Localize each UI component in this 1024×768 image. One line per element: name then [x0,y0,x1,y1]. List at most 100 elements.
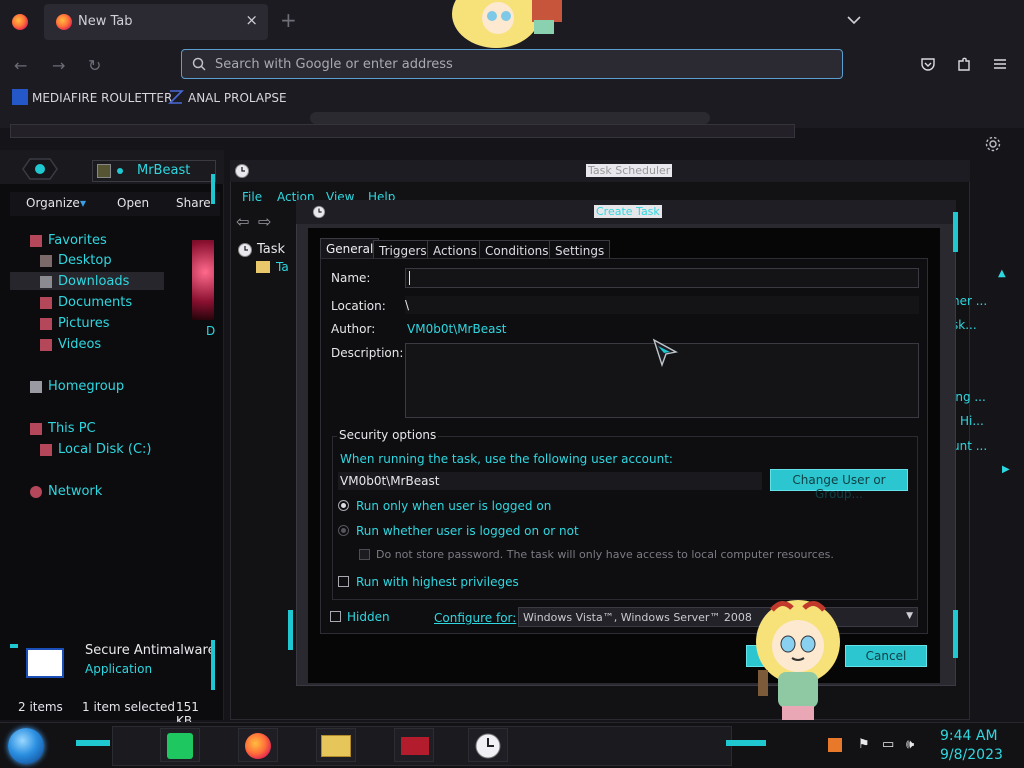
open-button[interactable]: Open [117,196,149,210]
desktop-icon [40,255,52,267]
tab-triggers[interactable]: Triggers [373,240,433,260]
action-item[interactable]: ing ... [952,390,986,404]
nav-favorites[interactable]: Favorites [48,233,107,248]
actions-pane: ner ... sk... ing ... Hi... unt ... ▲ ▶ [946,260,1020,490]
checkbox-hidden[interactable] [330,611,341,622]
dialog-titlebar: Create Task [296,200,956,224]
forward-arrow-icon[interactable]: ⇨ [258,212,271,231]
url-placeholder: Search with Google or enter address [215,57,453,72]
menu-file[interactable]: File [242,190,262,204]
extensions-icon[interactable] [955,55,973,73]
clock-time[interactable]: 9:44 AM [940,728,998,744]
local-disk-icon [40,444,52,456]
collapse-up-icon[interactable]: ▲ [998,268,1006,279]
action-item[interactable]: Hi... [960,414,984,428]
volume-icon[interactable]: 🕪 [906,737,914,752]
radio-whether-logged-on[interactable] [338,525,349,536]
tab-close-icon[interactable]: × [245,11,258,29]
back-forward-orb-icon[interactable] [22,158,58,180]
bookmark-item[interactable]: MEDIAFIRE ROULETTER [32,91,172,105]
configure-for-label: Configure for: [434,611,517,625]
organize-button[interactable]: Organize [26,196,80,210]
tab-conditions[interactable]: Conditions [479,240,555,260]
tree-child[interactable]: Ta [276,260,289,274]
option-logged-on-label[interactable]: Run only when user is logged on [356,499,551,513]
start-button[interactable] [8,728,44,764]
organize-dropdown-icon[interactable]: ▾ [80,196,86,210]
nav-this-pc[interactable]: This PC [48,421,96,436]
search-icon [192,57,206,71]
taskbar-app[interactable] [394,728,434,762]
firefox-icon[interactable] [12,14,28,30]
nav-pictures[interactable]: Pictures [58,316,109,331]
option-whether-label[interactable]: Run whether user is logged on or not [356,524,579,538]
nav-network[interactable]: Network [48,484,102,499]
bookmark-favicon [12,89,28,105]
network-tray-icon[interactable]: ▭ [882,737,894,752]
account-field: VM0b0t\MrBeast [338,472,762,490]
pocket-icon[interactable] [919,55,937,73]
details-file-type: Application [85,662,153,676]
nav-downloads[interactable]: Downloads [58,274,129,289]
checkbox-highest-privileges[interactable] [338,576,349,587]
gear-icon[interactable] [984,135,1002,153]
tab-general[interactable]: General [320,238,380,258]
chevron-down-icon: ▼ [906,611,913,621]
option-highest-label[interactable]: Run with highest privileges [356,575,519,589]
back-icon[interactable]: ← [14,56,27,75]
nav-homegroup[interactable]: Homegroup [48,379,124,394]
action-item[interactable]: unt ... [952,439,987,453]
name-input[interactable] [405,268,919,288]
details-file-name: Secure Antimalware [85,643,216,658]
application-icon [26,648,64,678]
notes-icon [167,733,193,759]
firefox-tab-icon [56,14,72,30]
bookmarks-toolbar: MEDIAFIRE ROULETTER ANAL PROLAPSE [0,86,1024,112]
name-label: Name: [331,271,371,285]
tab-actions[interactable]: Actions [427,240,483,260]
taskbar-task-scheduler[interactable] [468,728,508,762]
cancel-button[interactable]: Cancel [845,645,927,667]
forward-icon[interactable]: → [52,56,65,75]
clock-date[interactable]: 9/8/2023 [940,747,1003,763]
chevron-down-icon[interactable] [846,12,862,28]
menu-icon[interactable] [991,55,1009,73]
taskbar-firefox[interactable] [238,728,278,762]
bookmark-favicon [168,90,184,104]
security-prompt: When running the task, use the following… [340,452,673,466]
tab-new-tab[interactable]: New Tab × [44,4,268,40]
nav-desktop[interactable]: Desktop [58,253,112,268]
share-button[interactable]: Share [176,196,211,210]
bookmark-item[interactable]: ANAL PROLAPSE [188,91,287,105]
action-item[interactable]: ner ... [952,294,987,308]
explorer-address-bar[interactable]: MrBeast [92,160,216,182]
tab-settings[interactable]: Settings [549,240,611,260]
this-pc-icon [30,423,42,435]
checkbox-no-store-password[interactable] [359,549,370,560]
reload-icon[interactable]: ↻ [88,56,101,75]
theme-accent [211,640,215,690]
url-bar[interactable]: Search with Google or enter address [181,49,843,79]
taskbar-file-explorer[interactable] [316,728,356,762]
nav-videos[interactable]: Videos [58,337,101,352]
tray-app-icon[interactable] [828,738,842,752]
taskbar-notes-app[interactable] [160,728,200,762]
expand-right-icon[interactable]: ▶ [1002,464,1010,475]
nav-documents[interactable]: Documents [58,295,132,310]
firefox-icon [245,733,271,759]
status-selected: 1 item selected [82,700,176,714]
flag-icon[interactable]: ⚑ [858,737,870,752]
task-scheduler-title: Task Scheduler [586,164,673,177]
tree-root[interactable]: Task [257,242,285,257]
radio-logged-on[interactable] [338,500,349,511]
back-arrow-icon[interactable]: ⇦ [236,212,249,231]
explorer-toolbar: Organize ▾ Open Share [10,192,220,216]
new-tab-button[interactable]: + [280,10,297,30]
hidden-label[interactable]: Hidden [347,610,390,624]
theme-accent [726,740,766,746]
app-icon [401,737,429,755]
configure-for-select[interactable]: Windows Vista™, Windows Server™ 2008 ▼ [518,607,918,627]
nav-local-disk[interactable]: Local Disk (C:) [58,442,151,457]
file-thumbnail[interactable] [192,240,214,320]
change-user-button[interactable]: Change User or Group... [770,469,908,501]
